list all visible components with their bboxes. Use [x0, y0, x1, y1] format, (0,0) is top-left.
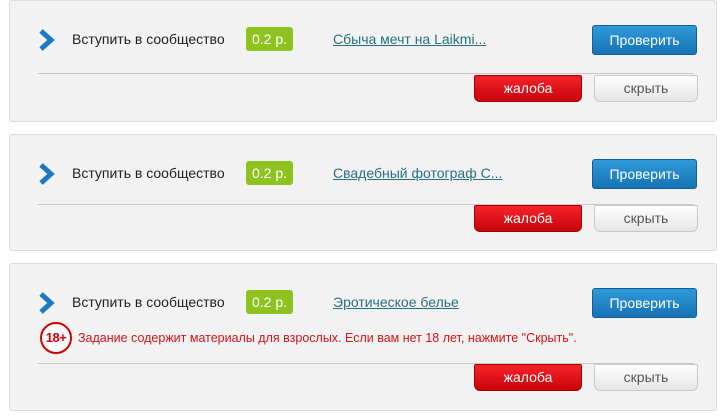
chevron-right-icon [39, 163, 55, 185]
task-card: Вступить в сообщество 0.2 р. Эротическое… [9, 263, 717, 411]
price-badge: 0.2 р. [246, 27, 294, 51]
complain-button[interactable]: жалоба [474, 364, 582, 391]
complain-button[interactable]: жалоба [474, 205, 582, 232]
task-card: Вступить в сообщество 0.2 р. Сбыча мечт … [9, 0, 717, 122]
divider [38, 73, 694, 74]
task-action-label: Вступить в сообщество [72, 294, 225, 310]
community-link[interactable]: Свадебный фотограф С... [333, 165, 502, 181]
hide-button[interactable]: скрыть [594, 75, 698, 102]
complain-button[interactable]: жалоба [474, 75, 582, 102]
price-badge: 0.2 р. [246, 161, 294, 185]
age-18-plus-icon: 18+ [40, 322, 72, 354]
adult-content-warning: Задание содержит материалы для взрослых.… [78, 331, 577, 345]
price-badge: 0.2 р. [246, 290, 294, 314]
task-action-label: Вступить в сообщество [72, 165, 225, 181]
chevron-right-icon [39, 292, 55, 314]
hide-button[interactable]: скрыть [594, 364, 698, 391]
task-card: Вступить в сообщество 0.2 р. Свадебный ф… [9, 134, 717, 251]
task-action-label: Вступить в сообщество [72, 31, 225, 47]
community-link[interactable]: Сбыча мечт на Laikmi... [333, 31, 486, 47]
check-button[interactable]: Проверить [592, 25, 697, 55]
community-link[interactable]: Эротическое белье [333, 294, 459, 310]
chevron-right-icon [39, 29, 55, 51]
hide-button[interactable]: скрыть [594, 205, 698, 232]
check-button[interactable]: Проверить [592, 159, 697, 189]
check-button[interactable]: Проверить [592, 288, 697, 318]
